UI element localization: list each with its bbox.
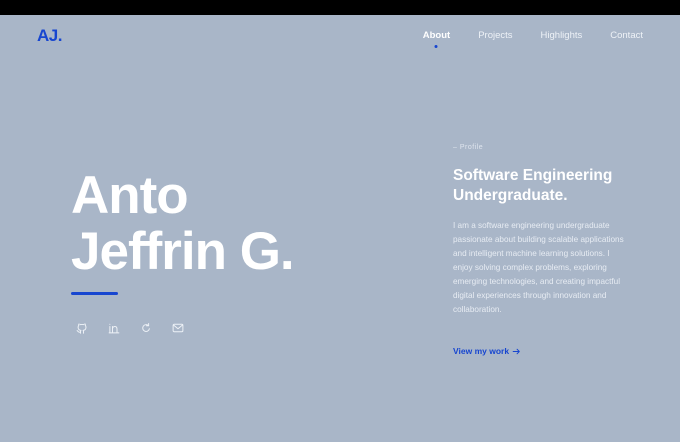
hero-name: Anto Jeffrin G.	[71, 166, 295, 281]
hero-name-line-2: Jeffrin G.	[71, 222, 295, 281]
profile-bio: I am a software engineering undergraduat…	[453, 221, 624, 314]
linkedin-icon[interactable]	[108, 322, 120, 334]
hero-name-line-1: Anto	[71, 166, 189, 225]
profile-kicker: – Profile	[453, 144, 484, 151]
profile-headline-line-2: Undergraduate.	[453, 187, 568, 204]
nav-highlights[interactable]: Highlights	[541, 30, 583, 41]
nav-contact[interactable]: Contact	[610, 30, 643, 41]
logo[interactable]: AJ.	[37, 26, 62, 46]
refresh-icon[interactable]	[140, 322, 152, 334]
mail-icon[interactable]	[172, 322, 184, 334]
top-bar	[0, 0, 680, 15]
profile-section: – Profile Software Engineering Undergrad…	[453, 144, 633, 317]
profile-headline: Software Engineering Undergraduate.	[453, 166, 633, 206]
nav-about[interactable]: About	[423, 30, 450, 41]
view-my-work-link[interactable]: View my work	[453, 346, 521, 356]
main-nav: About Projects Highlights Contact	[395, 30, 643, 41]
profile-headline-line-1: Software Engineering	[453, 167, 613, 184]
view-my-work-label: View my work	[453, 346, 510, 356]
nav-projects[interactable]: Projects	[478, 30, 512, 41]
github-icon[interactable]	[76, 322, 88, 334]
social-links	[76, 322, 204, 334]
name-underline	[71, 292, 118, 295]
arrow-right-icon	[512, 348, 520, 354]
